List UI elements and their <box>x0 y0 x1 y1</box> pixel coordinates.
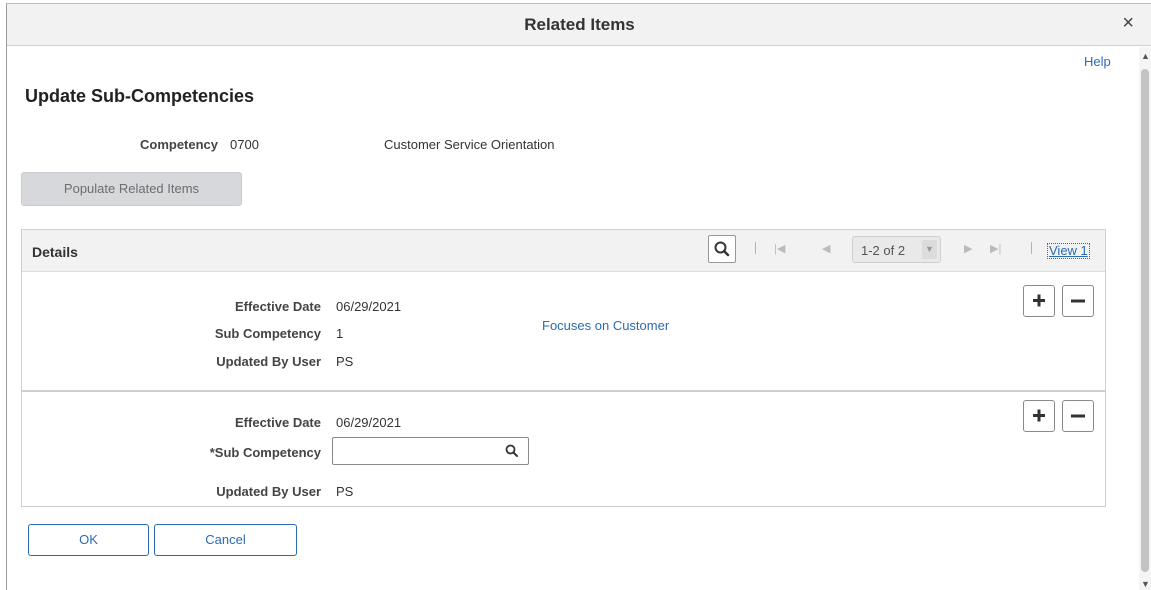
pagination-text: 1-2 of 2 <box>861 243 906 258</box>
sub-competency-label: Sub Competency <box>214 326 321 341</box>
updated-by-value: PS <box>336 354 354 369</box>
search-icon <box>505 444 518 457</box>
last-page-icon[interactable]: ▶| <box>990 242 1001 255</box>
updated-by-value: PS <box>336 484 354 499</box>
add-row-button[interactable] <box>1023 400 1055 432</box>
effective-date-label: Effective Date <box>235 299 321 314</box>
delete-row-button[interactable] <box>1062 285 1094 317</box>
updated-by-label: Updated By User <box>216 484 321 499</box>
plus-icon <box>1033 409 1045 422</box>
page-select[interactable]: 1-2 of 2 ▼ <box>852 236 941 263</box>
add-row-button[interactable] <box>1023 285 1055 317</box>
first-page-icon[interactable]: |◀ <box>774 242 785 255</box>
delete-row-button[interactable] <box>1062 400 1094 432</box>
row-divider <box>22 390 1105 392</box>
close-icon[interactable]: × <box>1122 13 1134 33</box>
competency-code: 0700 <box>230 137 259 152</box>
page-title: Update Sub-Competencies <box>25 86 255 106</box>
previous-page-icon[interactable]: ◀ <box>822 242 830 255</box>
help-link[interactable]: Help <box>1084 54 1111 69</box>
populate-related-items-button[interactable]: Populate Related Items <box>21 172 242 206</box>
minus-icon <box>1071 414 1085 418</box>
toolbar-separator <box>1031 242 1032 254</box>
vertical-scrollbar[interactable]: ▲ ▼ <box>1139 47 1151 590</box>
sub-competency-value: 1 <box>336 326 344 341</box>
scroll-down-icon[interactable]: ▼ <box>1141 579 1150 589</box>
effective-date-label: Effective Date <box>235 415 321 430</box>
competency-description: Customer Service Orientation <box>384 137 555 152</box>
dropdown-arrow-icon[interactable]: ▼ <box>922 240 937 259</box>
sub-competency-lookup-button[interactable] <box>504 443 520 459</box>
view-all-link[interactable]: View 1 <box>1047 243 1090 259</box>
cancel-button[interactable]: Cancel <box>154 524 297 556</box>
grid-search-button[interactable] <box>708 235 736 263</box>
details-grid-header: Details |◀ ◀ 1-2 of 2 ▼ ▶ ▶| View 1 <box>22 230 1105 272</box>
minus-icon <box>1071 299 1085 303</box>
modal-title: Related Items <box>524 15 635 34</box>
grid-title: Details <box>32 244 78 260</box>
updated-by-label: Updated By User <box>216 354 321 369</box>
toolbar-separator <box>755 242 756 254</box>
scroll-up-icon[interactable]: ▲ <box>1141 51 1150 61</box>
sub-competency-label: *Sub Competency <box>209 445 321 460</box>
sub-competency-description-link[interactable]: Focuses on Customer <box>542 318 669 333</box>
competency-label: Competency <box>140 137 219 152</box>
ok-button[interactable]: OK <box>28 524 149 556</box>
sub-competency-input[interactable] <box>332 437 529 465</box>
next-page-icon[interactable]: ▶ <box>964 242 972 255</box>
plus-icon <box>1033 294 1045 307</box>
effective-date-value: 06/29/2021 <box>336 299 402 314</box>
scroll-thumb[interactable] <box>1141 69 1149 572</box>
effective-date-value: 06/29/2021 <box>336 415 402 430</box>
search-icon <box>714 241 730 257</box>
modal-header: Related Items × <box>7 4 1151 46</box>
details-grid: Details |◀ ◀ 1-2 of 2 ▼ ▶ ▶| View 1 Effe… <box>21 229 1106 507</box>
